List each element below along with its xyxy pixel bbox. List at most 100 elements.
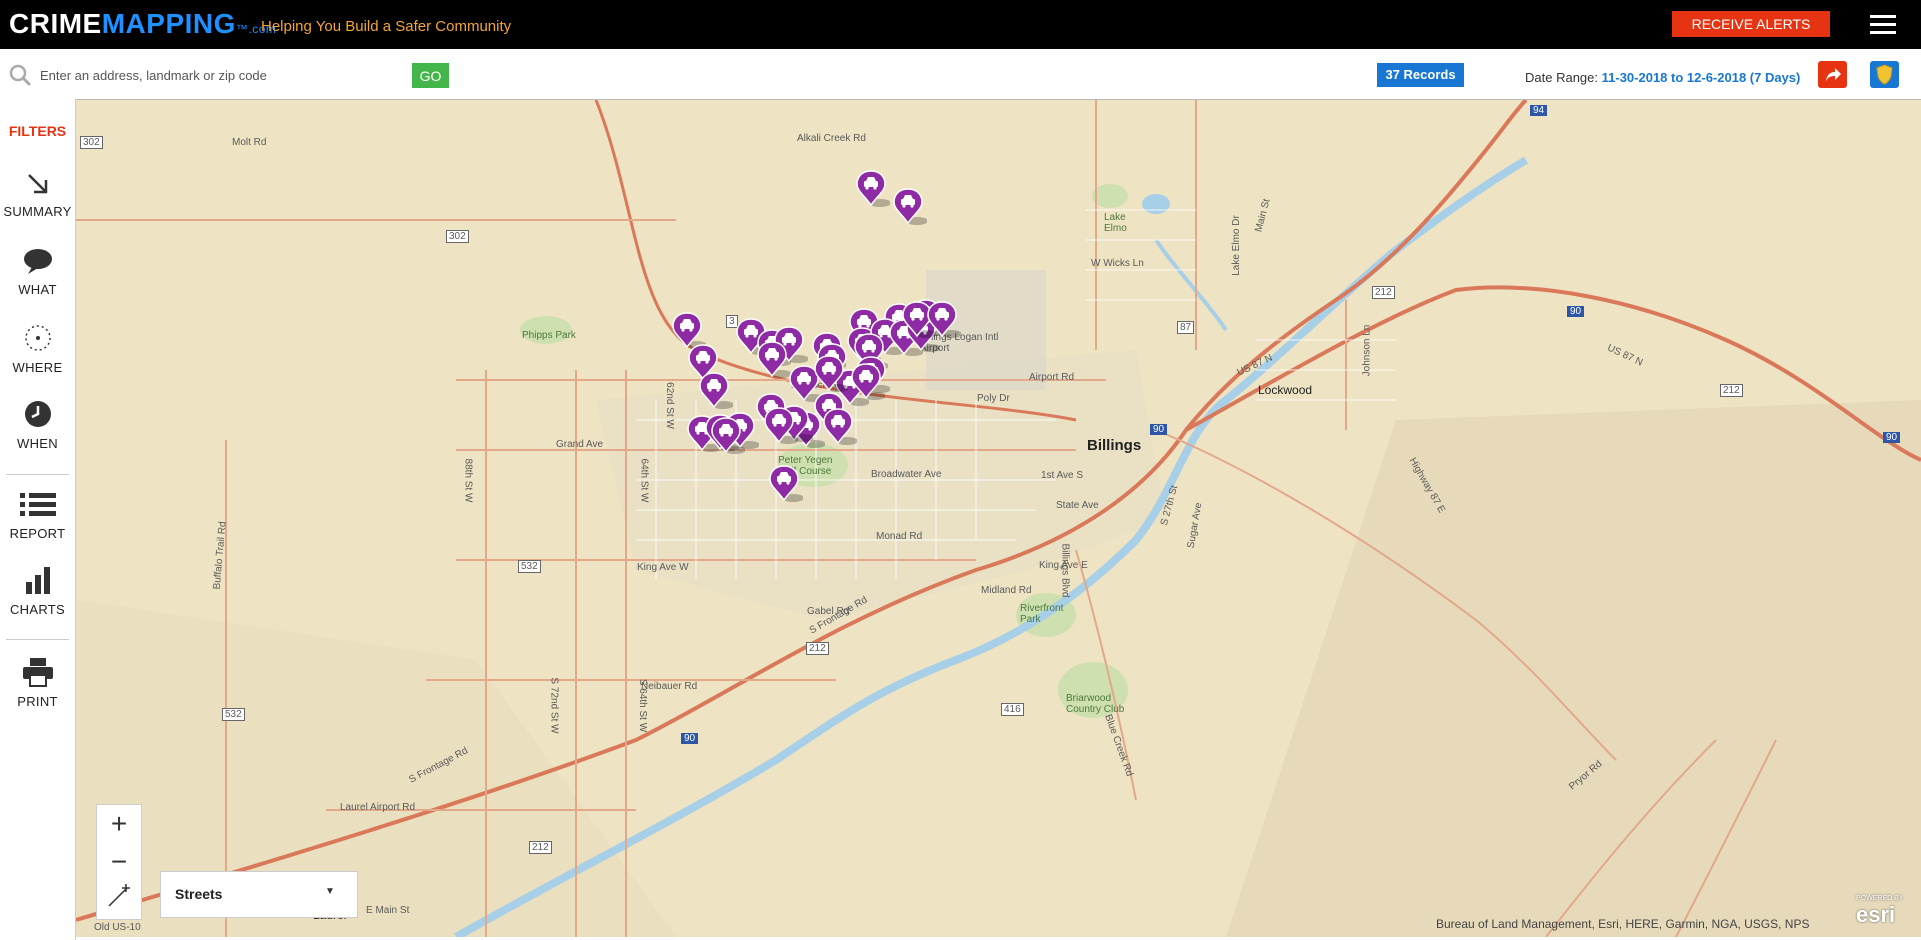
filters-heading: FILTERS: [8, 123, 67, 139]
map-label-laurel-airport-rd: Laurel Airport Rd: [340, 802, 416, 813]
tagline: Helping You Build a Safer Community: [261, 18, 512, 35]
sidebar-item-label: WHEN: [17, 436, 58, 451]
date-range-value[interactable]: 11-30-2018 to 12-6-2018 (7 Days): [1602, 70, 1801, 85]
sidebar-item-label: WHERE: [12, 360, 63, 375]
crime-marker-vehicle[interactable]: [769, 464, 804, 504]
map-label-neibauer-rd: Neibauer Rd: [641, 681, 698, 692]
esri-brand: esri: [1856, 902, 1896, 927]
crime-marker-vehicle[interactable]: [823, 407, 858, 447]
interstate-90d-shield: 90: [1883, 432, 1901, 443]
basemap-selected-value: Streets: [175, 886, 223, 902]
sidebar-item-where[interactable]: WHERE: [0, 323, 75, 375]
map-label-lockwood: Lockwood: [1258, 383, 1313, 397]
map-label-88th: 88th St W: [462, 458, 474, 503]
zoom-in-button[interactable]: +: [97, 805, 141, 843]
crime-marker-vehicle[interactable]: [757, 340, 792, 380]
date-range[interactable]: Date Range: 11-30-2018 to 12-6-2018 (7 D…: [1525, 70, 1800, 85]
crime-marker-vehicle[interactable]: [927, 300, 962, 340]
car-icon: [927, 301, 962, 338]
crime-marker-vehicle[interactable]: [893, 187, 928, 227]
route-212c-shield: 212: [806, 642, 829, 655]
car-icon: [764, 407, 799, 444]
sidebar-item-what[interactable]: WHAT: [0, 247, 75, 297]
map-label-64th: 64th St W: [638, 458, 650, 503]
address-search-input[interactable]: [38, 63, 402, 87]
crimemapping-logo[interactable]: CRIMEMAPPING™.com: [9, 8, 276, 40]
crime-marker-vehicle[interactable]: [711, 416, 746, 456]
car-icon: [851, 363, 886, 400]
map-label-phipps-park: Phipps Park: [522, 330, 576, 341]
route-416-shield: 416: [1001, 703, 1024, 716]
car-icon: [769, 465, 804, 502]
share-button[interactable]: [1818, 61, 1847, 88]
sidebar-divider: [6, 474, 69, 475]
car-icon: [823, 408, 858, 445]
zoom-out-button[interactable]: −: [97, 843, 141, 881]
records-count-button[interactable]: 37 Records: [1377, 63, 1464, 87]
map-label-midland-rd: Midland Rd: [981, 585, 1032, 596]
sidebar-item-label: REPORT: [9, 526, 66, 541]
date-range-label: Date Range:: [1525, 70, 1598, 85]
dotted-circle-icon: [24, 325, 51, 351]
route-212-shield: 212: [1372, 286, 1395, 299]
sidebar-item-label: WHAT: [18, 282, 57, 297]
route-532b-shield: 532: [222, 708, 245, 721]
sidebar-item-charts[interactable]: CHARTS: [0, 565, 75, 617]
hamburger-menu-icon[interactable]: [1870, 15, 1896, 35]
top-header: CRIMEMAPPING™.com Helping You Build a Sa…: [0, 0, 1921, 49]
map-label-s64th: S 64th St W: [637, 678, 649, 733]
map-label-e-main-st: E Main St: [366, 905, 410, 916]
interstate-90-shield: 90: [681, 733, 699, 744]
car-icon: [757, 341, 792, 378]
sidebar-item-report[interactable]: REPORT: [0, 491, 75, 541]
police-badge-button[interactable]: [1870, 61, 1899, 88]
crime-marker-vehicle[interactable]: [856, 169, 891, 209]
map-label-alkali-creek-rd: Alkali Creek Rd: [797, 133, 866, 144]
esri-logo: POWERED BY esri: [1856, 895, 1903, 928]
map-label-billings: Billings: [1087, 437, 1142, 454]
sidebar-item-print[interactable]: PRINT: [0, 657, 75, 709]
sidebar-item-summary[interactable]: SUMMARY: [0, 171, 75, 219]
map-label-airport-rd: Airport Rd: [1029, 372, 1075, 383]
esri-powered-by: POWERED BY: [1856, 895, 1904, 902]
car-icon: [699, 372, 734, 409]
bar-chart-icon: [25, 567, 50, 594]
crime-marker-vehicle[interactable]: [814, 354, 849, 394]
crime-marker-vehicle[interactable]: [764, 406, 799, 446]
map-label-state-ave: State Ave: [1056, 500, 1099, 511]
map-label-riverfront-park: Riverfront Park: [1020, 603, 1064, 625]
measure-tool-button[interactable]: [97, 881, 141, 919]
receive-alerts-button[interactable]: RECEIVE ALERTS: [1672, 11, 1830, 37]
map-label-monad-rd: Monad Rd: [876, 531, 923, 542]
interstate-94-shield: 94: [1530, 105, 1548, 116]
go-button[interactable]: GO: [412, 63, 449, 88]
car-icon: [814, 355, 849, 392]
sidebar-item-label: SUMMARY: [3, 204, 72, 219]
sidebar-divider: [6, 639, 69, 640]
route-87-shield: 87: [1177, 321, 1195, 334]
map-label-62nd: 62nd St W: [663, 382, 675, 429]
sidebar-item-label: CHARTS: [9, 602, 65, 617]
map-label-lake-elmo-dr: Lake Elmo Dr: [1230, 215, 1242, 276]
list-icon: [19, 493, 56, 516]
crime-marker-vehicle[interactable]: [851, 362, 886, 402]
chevron-down-icon: ▼: [325, 886, 335, 897]
crime-marker-vehicle[interactable]: [699, 371, 734, 411]
search-bar: GO 37 Records Date Range: 11-30-2018 to …: [0, 49, 1921, 100]
measure-line-icon: [108, 884, 130, 907]
map-label-old-us10: Old US-10: [94, 922, 141, 933]
car-icon: [856, 170, 891, 207]
route-212d-shield: 212: [529, 841, 552, 854]
car-icon: [893, 188, 928, 225]
interstate-90c-shield: 90: [1567, 306, 1585, 317]
logo-mapping: MAPPING: [101, 8, 236, 39]
crime-map[interactable]: Billings Lockwood Laurel Molt Rd Alkali …: [76, 100, 1921, 937]
filters-sidebar: FILTERS SUMMARY WHAT WHERE WHEN REPORT C…: [0, 99, 76, 940]
map-attribution: Bureau of Land Management, Esri, HERE, G…: [1436, 917, 1810, 931]
map-label-lake-elmo: Lake Elmo: [1104, 212, 1127, 234]
interstate-90b-shield: 90: [1150, 424, 1168, 435]
route-302-shield: 302: [80, 136, 103, 149]
basemap-selector[interactable]: Streets ▼: [160, 871, 358, 918]
search-icon[interactable]: [9, 64, 31, 86]
sidebar-item-when[interactable]: WHEN: [0, 399, 75, 451]
